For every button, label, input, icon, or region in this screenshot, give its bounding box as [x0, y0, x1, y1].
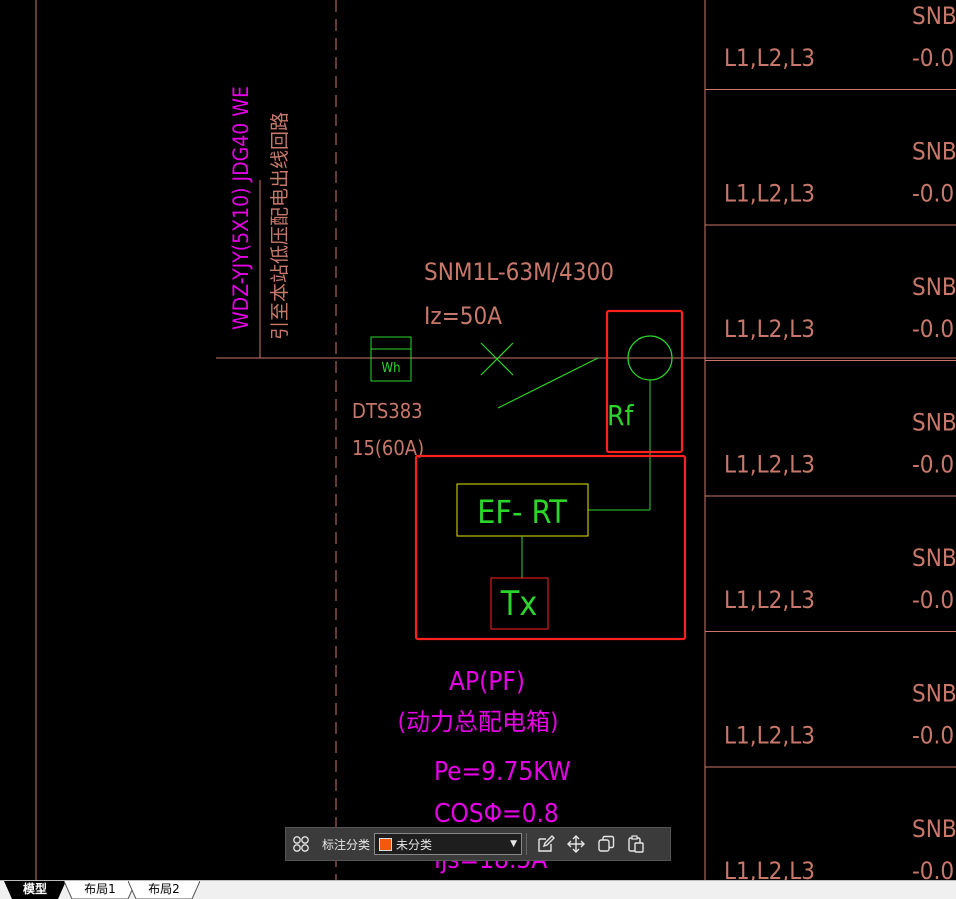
category-dropdown[interactable]: 未分类 ▼ — [374, 833, 523, 855]
panel-desc-text: (动力总配电箱) — [398, 708, 559, 736]
branch-phase-text: L1,L2,L3 — [724, 857, 815, 880]
paste-icon[interactable] — [621, 829, 651, 859]
panel-name-text: AP(PF) — [449, 667, 525, 697]
rf-label: Rf — [607, 399, 635, 432]
chevron-down-icon: ▼ — [510, 839, 518, 849]
tab-model-label: 模型 — [22, 882, 47, 896]
annotation-toolbar: 标注分类 未分类 ▼ — [285, 827, 671, 861]
branch-value-text: -0.0 — [912, 451, 954, 479]
branch-model-text: SNB — [912, 273, 956, 301]
branch-model-text: SNB — [912, 409, 956, 437]
tab-layout2[interactable]: 布局2 — [128, 881, 200, 899]
branch-value-text: -0.0 — [912, 722, 954, 750]
branch-phase-text: L1,L2,L3 — [724, 586, 815, 614]
feeder-cable-text: WDZ-YJY(5X10) JDG40 WE — [229, 86, 253, 330]
branch-value-text: -0.0 — [912, 586, 954, 614]
category-color-swatch — [379, 837, 393, 851]
branch-value-text: -0.0 — [912, 44, 954, 72]
branch-model-text: SNB — [912, 815, 956, 843]
branch-phase-text: L1,L2,L3 — [724, 180, 815, 208]
edit-icon[interactable] — [531, 829, 561, 859]
branch-phase-text: L1,L2,L3 — [724, 451, 815, 479]
tab-layout1-label: 布局1 — [84, 882, 116, 896]
branch-model-text: SNB — [912, 138, 956, 166]
branch-value-text: -0.0 — [912, 315, 954, 343]
layout-tab-bar: 模型 布局1 布局2 — [0, 880, 956, 899]
branch-model-text: SNB — [912, 544, 956, 572]
panel-pe-text: Pe=9.75KW — [434, 757, 571, 787]
drawing-canvas[interactable]: WDZ-YJY(5X10) JDG40 WE 引至本站低压配电出线回路 Wh D… — [0, 0, 956, 880]
category-value: 未分类 — [396, 837, 433, 852]
breaker-blade — [497, 357, 599, 409]
branch-model-text: SNB — [912, 680, 956, 708]
tab-layout1[interactable]: 布局1 — [64, 881, 136, 899]
tab-model[interactable]: 模型 — [4, 881, 66, 899]
breaker-current-text: Iz=50A — [424, 302, 502, 330]
tx-label: Tx — [500, 584, 538, 624]
tab-layout2-label: 布局2 — [148, 882, 180, 896]
panel-cos-text: COSΦ=0.8 — [434, 799, 559, 829]
branch-model-text: SNB — [912, 2, 956, 30]
branch-value-text: -0.0 — [912, 857, 954, 880]
branch-value-text: -0.0 — [912, 180, 954, 208]
meter-rating-text: 15(60A) — [352, 436, 424, 460]
meter-symbol-text: Wh — [382, 361, 401, 376]
breaker-model-text: SNM1L-63M/4300 — [424, 258, 614, 286]
efrt-highlight-box[interactable] — [414, 454, 687, 641]
meter-model-text: DTS383 — [352, 399, 423, 423]
move-icon[interactable] — [561, 829, 591, 859]
feeder-note-text: 引至本站低压配电出线回路 — [269, 112, 291, 340]
branch-phase-text: L1,L2,L3 — [724, 315, 815, 343]
branch-phase-text: L1,L2,L3 — [724, 722, 815, 750]
efrt-label: EF- RT — [477, 493, 567, 531]
toolbar-divider — [526, 833, 528, 855]
branch-phase-text: L1,L2,L3 — [724, 44, 815, 72]
category-label: 标注分类 — [322, 837, 371, 852]
copy-icon[interactable] — [591, 829, 621, 859]
grid-icon[interactable] — [286, 829, 316, 859]
branch-circuit-list: L1,L2,L3 SNB -0.0 L1,L2,L3 SNB -0.0 L1,L2,L3 SN… — [705, 2, 956, 880]
